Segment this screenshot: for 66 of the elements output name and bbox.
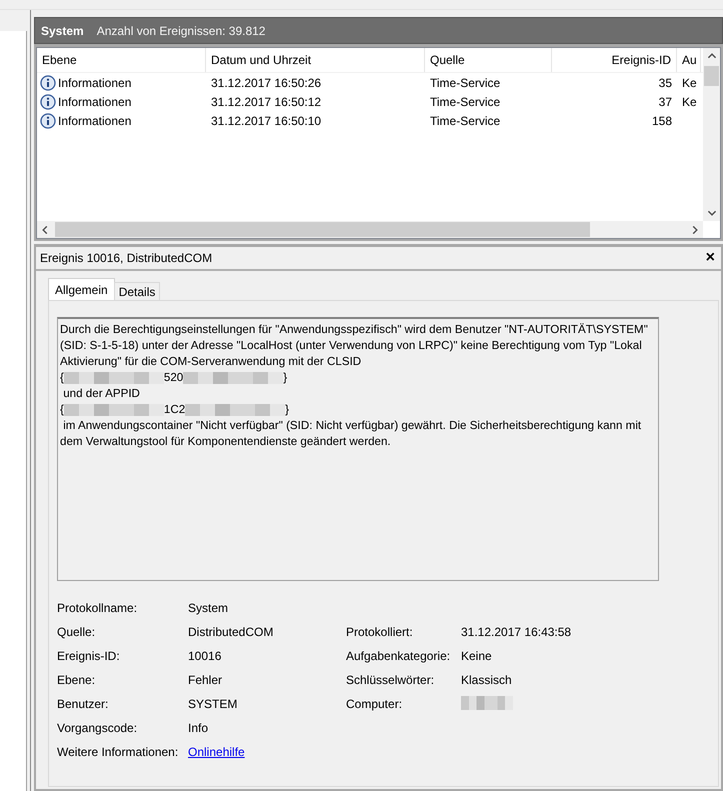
table-cell-text: Time-Service xyxy=(429,112,502,130)
table-cell-text: 31.12.2017 16:50:10 xyxy=(210,112,322,130)
message-text: { xyxy=(60,370,64,386)
field-label: Protokollname: xyxy=(57,601,138,615)
horizontal-scrollbar[interactable] xyxy=(37,221,703,238)
message-text: 1C2 xyxy=(164,402,186,418)
log-title: System xyxy=(41,24,84,38)
table-cell: Informationen xyxy=(37,111,206,130)
event-row[interactable]: Informationen 31.12.2017 16:50:10 Time-Service 158 xyxy=(37,111,703,130)
field-label: Aufgabenkategorie: xyxy=(346,649,452,663)
scrollbar-thumb[interactable] xyxy=(55,222,590,237)
table-cell-text: Ke xyxy=(681,74,698,92)
column-header[interactable]: Ereignis-ID xyxy=(552,48,677,72)
field-value: SYSTEM xyxy=(188,697,238,711)
field-value: Keine xyxy=(461,649,493,663)
column-header[interactable]: Au xyxy=(677,48,701,72)
message-text: 520 xyxy=(164,370,184,386)
table-cell: Informationen xyxy=(37,92,206,111)
field-label: Computer: xyxy=(346,697,404,711)
field-value: Fehler xyxy=(188,673,224,687)
info-icon xyxy=(40,74,56,90)
message-text: Durch die Berechtigungseinstellungen für "Anwendungsspezifisch" wird dem Benutzer "NT-AUTORITÄT\SYSTEM" (SID: S-1-5-18) unter der Adresse "LocalHost (unter Verwendung von LRPC)" keine Berechtigung vom Typ "Lokal Aktivierung" für die COM-Serveranwendung mit der CLSID xyxy=(60,322,649,370)
table-cell: Informationen xyxy=(37,73,206,92)
column-header[interactable]: Ebene xyxy=(37,48,206,72)
field-label: Ebene: xyxy=(57,673,96,687)
field-label: Vorgangscode: xyxy=(57,721,138,735)
vertical-scrollbar[interactable] xyxy=(703,48,720,221)
event-row[interactable]: Informationen 31.12.2017 16:50:12 Time-Service 37 Ke xyxy=(37,92,703,111)
field-value: 10016 xyxy=(188,649,222,663)
scrollbar-thumb[interactable] xyxy=(704,66,719,86)
field-value: Info xyxy=(188,721,210,735)
message-text: } xyxy=(285,402,290,418)
table-cell-text: 37 xyxy=(658,94,673,110)
table-cell-text: 31.12.2017 16:50:26 xyxy=(210,74,322,92)
table-cell-text: 158 xyxy=(650,112,673,130)
message-text: { xyxy=(60,402,64,418)
tab[interactable]: Details xyxy=(114,282,160,300)
message-text: und der APPID xyxy=(62,386,140,402)
column-header[interactable]: Datum und Uhrzeit xyxy=(206,48,425,72)
message-text: im Anwendungscontainer "Nicht verfügbar" (SID: Nicht verfügbar) gewährt. Die Sicherheitsberechtigung kann mit dem Verwaltungstool für Komponentendienste geändert werden. xyxy=(60,418,642,450)
tab[interactable]: Allgemein xyxy=(48,278,115,300)
field-label: Schlüsselwörter: xyxy=(346,673,436,687)
event-title: Ereignis 10016, DistributedCOM xyxy=(40,251,212,265)
field-value: Klassisch xyxy=(461,673,513,687)
field-label: Benutzer: xyxy=(57,697,110,711)
field-label: Protokolliert: xyxy=(346,625,414,639)
table-cell-text: Time-Service xyxy=(429,74,502,92)
table-cell-text: 31.12.2017 16:50:12 xyxy=(210,94,322,110)
info-icon xyxy=(40,94,56,110)
column-header[interactable]: Quelle xyxy=(425,48,552,72)
field-label: Quelle: xyxy=(57,625,96,639)
close-button[interactable]: × xyxy=(700,249,721,267)
table-cell-text: Time-Service xyxy=(429,94,502,110)
help-link[interactable]: Onlinehilfe xyxy=(188,745,245,759)
event-count: Anzahl von Ereignissen: 39.812 xyxy=(96,24,266,38)
table-cell-text: Ke xyxy=(681,94,698,110)
redacted-block xyxy=(461,696,513,710)
info-icon xyxy=(40,112,56,128)
field-value: DistributedCOM xyxy=(188,625,274,639)
field-label: Weitere Informationen: xyxy=(57,745,180,759)
message-text: } xyxy=(283,370,288,386)
field-value: 31.12.2017 16:43:58 xyxy=(461,625,572,639)
event-row[interactable]: Informationen 31.12.2017 16:50:26 Time-Service 35 Ke xyxy=(37,73,703,92)
table-cell-text: 35 xyxy=(658,74,673,92)
field-label: Ereignis-ID: xyxy=(57,649,121,663)
field-value: System xyxy=(188,601,230,615)
